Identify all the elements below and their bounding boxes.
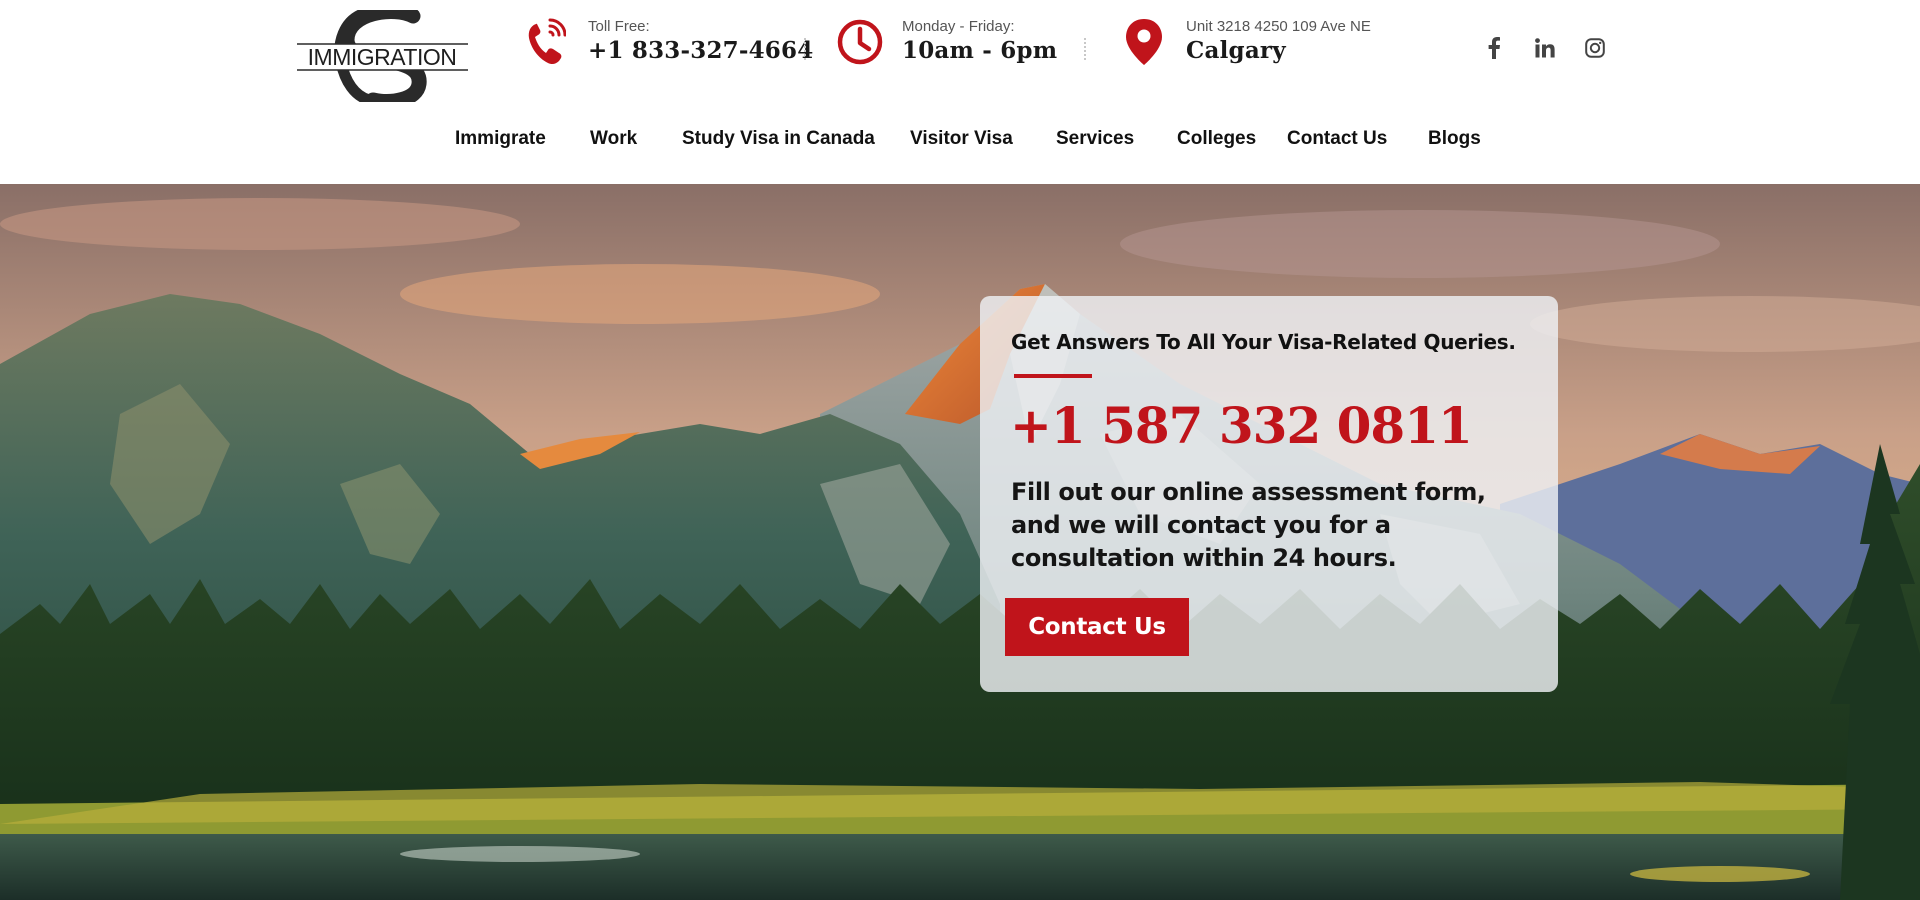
phone-icon <box>520 16 572 68</box>
nav-item-blogs[interactable]: Blogs <box>1428 128 1481 150</box>
card-kicker: Get Answers To All Your Visa-Related Que… <box>1011 330 1516 354</box>
contact-us-button[interactable]: Contact Us <box>1005 598 1189 656</box>
address-line: Unit 3218 4250 109 Ave NE <box>1186 18 1371 35</box>
nav-item-contact-us[interactable]: Contact Us <box>1287 128 1387 150</box>
main-nav: Immigrate Work Study Visa in Canada Visi… <box>0 128 1920 158</box>
logo-icon: IMMIGRATION <box>295 10 470 102</box>
clock-icon <box>834 16 886 68</box>
consultation-card: Get Answers To All Your Visa-Related Que… <box>980 296 1558 692</box>
site-header: IMMIGRATION Toll Free: +1 833-327-4664 M… <box>0 0 1920 184</box>
nav-item-immigrate[interactable]: Immigrate <box>455 128 546 150</box>
hero-banner: Get Answers To All Your Visa-Related Que… <box>0 184 1920 900</box>
toll-free-label: Toll Free: <box>588 18 650 35</box>
facebook-icon[interactable] <box>1480 34 1508 62</box>
toll-free-info[interactable]: Toll Free: +1 833-327-4664 <box>520 16 813 68</box>
hours-label: Monday - Friday: <box>902 18 1015 35</box>
header-divider <box>804 38 806 60</box>
address-city: Calgary <box>1186 37 1286 64</box>
accent-divider <box>1014 374 1092 378</box>
nav-item-services[interactable]: Services <box>1056 128 1134 150</box>
map-pin-icon <box>1118 16 1170 68</box>
nav-item-study-visa[interactable]: Study Visa in Canada <box>682 128 875 150</box>
card-description: Fill out our online assessment form, and… <box>1011 478 1486 572</box>
mountain-landscape-image <box>0 184 1920 900</box>
header-divider <box>1084 38 1086 60</box>
hours-info: Monday - Friday: 10am - 6pm <box>834 16 1057 68</box>
instagram-icon[interactable] <box>1581 34 1609 62</box>
nav-item-work[interactable]: Work <box>590 128 637 150</box>
linkedin-icon[interactable] <box>1531 34 1559 62</box>
card-phone-number[interactable]: +1 587 332 0811 <box>1010 396 1473 456</box>
hours-value: 10am - 6pm <box>902 37 1058 64</box>
nav-item-visitor-visa[interactable]: Visitor Visa <box>910 128 1013 150</box>
address-info: Unit 3218 4250 109 Ave NE Calgary <box>1118 16 1371 68</box>
logo-text: IMMIGRATION <box>308 44 457 70</box>
logo[interactable]: IMMIGRATION <box>295 10 470 102</box>
toll-free-number[interactable]: +1 833-327-4664 <box>588 36 813 66</box>
nav-item-colleges[interactable]: Colleges <box>1177 128 1256 150</box>
